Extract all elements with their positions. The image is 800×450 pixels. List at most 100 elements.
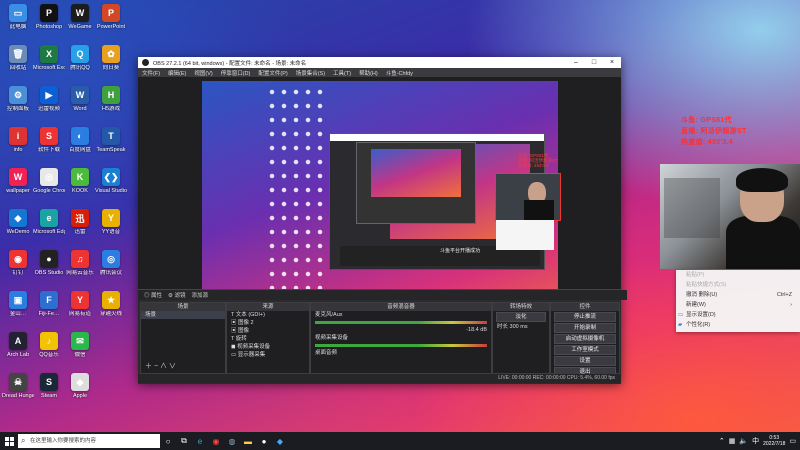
desktop-icon[interactable]: K KOOK bbox=[64, 168, 96, 194]
transition-select[interactable]: 淡化 bbox=[496, 312, 546, 322]
desktop-icon[interactable]: ▭ 此电脑 bbox=[2, 4, 34, 30]
network-icon[interactable]: ▦ bbox=[729, 437, 736, 445]
maximize-icon[interactable]: □ bbox=[585, 59, 603, 66]
source-item[interactable]: ▭ 显示器采集 bbox=[227, 351, 309, 359]
menu-scene-collection[interactable]: 场景集合(S) bbox=[296, 69, 325, 77]
desktop-icon[interactable]: i info bbox=[2, 127, 34, 153]
desktop-icon[interactable]: ✉ 微信 bbox=[64, 332, 96, 358]
desktop-icon[interactable]: X Microsoft Excel bbox=[33, 45, 65, 71]
context-paste-shortcut[interactable]: 粘贴快捷方式(S) bbox=[676, 280, 800, 290]
context-display-settings[interactable]: ▭ 显示设置(D) bbox=[676, 310, 800, 320]
task-view-icon[interactable]: ⧉ bbox=[176, 434, 192, 448]
desktop-icon[interactable]: ✿ 向日葵 bbox=[95, 45, 127, 71]
close-icon[interactable]: × bbox=[603, 59, 621, 66]
desktop-icon[interactable]: A Arch Lab bbox=[2, 332, 34, 358]
desktop-icon[interactable]: ◆ Apple bbox=[64, 373, 96, 399]
settings-button[interactable]: 设置 bbox=[554, 356, 616, 366]
source-item[interactable]: T 旋转 bbox=[227, 335, 309, 343]
filters-button[interactable]: ⚙ 滤镜 bbox=[168, 291, 185, 299]
desktop-icon[interactable]: Y YY语音 bbox=[95, 209, 127, 235]
obs-titlebar[interactable]: OBS 27.2.1 (64 bit, windows) - 配置文件: 未命名… bbox=[138, 57, 621, 68]
properties-button[interactable]: ◎ 属性 bbox=[144, 291, 162, 299]
mixer-header: 音频混音器 bbox=[311, 303, 491, 311]
app-icon: ◎ bbox=[102, 250, 120, 268]
stop-streaming-button[interactable]: 停止推流 bbox=[554, 312, 616, 322]
minimize-icon[interactable]: – bbox=[567, 59, 585, 66]
menu-view[interactable]: 视图(V) bbox=[194, 69, 212, 77]
source-item[interactable]: ◼ 视频采集设备 bbox=[227, 343, 309, 351]
desktop-icon[interactable]: ◐ 百度网盘 bbox=[64, 127, 96, 153]
desktop-icon[interactable]: ⚙ 控制面板 bbox=[2, 86, 34, 112]
desktop-icon[interactable]: W Word bbox=[64, 86, 96, 112]
desktop-icon[interactable]: Wwallpaper bbox=[2, 168, 34, 194]
desktop-icon[interactable]: P PowerPoint bbox=[95, 4, 127, 30]
taskbar: 在这里输入你要搜索的内容 ○ ⧉ e ◉ ◍ ▬ ● ◆ ⌃ ▦ 🔈 中 0:5… bbox=[0, 432, 800, 450]
source-item[interactable]: ▣ 图像 bbox=[227, 327, 309, 335]
desktop-icon[interactable]: e Microsoft Edge bbox=[33, 209, 65, 235]
desktop-icon[interactable]: ◆ WeDemo bbox=[2, 209, 34, 235]
scene-item[interactable]: 场景 bbox=[141, 311, 225, 319]
tray-up-arrow-icon[interactable]: ⌃ bbox=[719, 437, 725, 445]
obs-icon[interactable]: ● bbox=[256, 434, 272, 448]
scene-actions-icon[interactable]: ＋ − ∧ ∨ bbox=[145, 361, 176, 371]
desktop-icon[interactable]: ▶ 迅雷视频 bbox=[33, 86, 65, 112]
menu-douyu[interactable]: 斗鱼-Chfdy bbox=[386, 69, 413, 77]
desktop-icon[interactable]: 🗑 回收站 bbox=[2, 45, 34, 71]
desktop-icon[interactable]: Q 腾讯QQ bbox=[64, 45, 96, 71]
desktop-icon[interactable]: ☠ Dread Hunger bbox=[2, 373, 34, 399]
obs-window[interactable]: OBS 27.2.1 (64 bit, windows) - 配置文件: 未命名… bbox=[138, 57, 627, 384]
chrome-icon[interactable]: ◉ bbox=[208, 434, 224, 448]
menu-tools[interactable]: 工具(T) bbox=[333, 69, 351, 77]
explorer-icon[interactable]: ▬ bbox=[240, 434, 256, 448]
transition-duration[interactable]: 时长 300 ms bbox=[493, 323, 549, 331]
desktop-icon[interactable]: S Steam bbox=[33, 373, 65, 399]
clock[interactable]: 0:53 2022/7/18 bbox=[763, 435, 785, 447]
transitions-header: 转场特效 bbox=[493, 303, 549, 311]
menu-file[interactable]: 文件(F) bbox=[142, 69, 160, 77]
add-source-button[interactable]: 添加源 bbox=[192, 291, 209, 299]
desktop-icon[interactable]: ● OBS Studio bbox=[33, 250, 65, 276]
menu-edit[interactable]: 编辑(E) bbox=[168, 69, 186, 77]
source-item[interactable]: T 文本 (GDI+) bbox=[227, 311, 309, 319]
steam-icon[interactable]: ◍ bbox=[224, 434, 240, 448]
desktop-icon[interactable]: ♫ 网易云音乐 bbox=[64, 250, 96, 276]
menu-profile[interactable]: 配置文件(P) bbox=[258, 69, 287, 77]
desktop-icon[interactable]: ◉ 钉钉 bbox=[2, 250, 34, 276]
desktop-icon[interactable]: ▣ 金山… bbox=[2, 291, 34, 317]
input-language[interactable]: 中 bbox=[752, 436, 759, 446]
desktop-icon[interactable]: S 软件下载 bbox=[33, 127, 65, 153]
desktop-icon[interactable]: 迅迅雷 bbox=[64, 209, 96, 235]
desktop-icon[interactable]: ◎ Google Chrome bbox=[33, 168, 65, 194]
context-new[interactable]: 新建(W) › bbox=[676, 300, 800, 310]
context-undo-delete[interactable]: 撤消 删除(U) Ctrl+Z bbox=[676, 290, 800, 300]
studio-mode-button[interactable]: 工作室模式 bbox=[554, 345, 616, 355]
cortana-icon[interactable]: ○ bbox=[160, 434, 176, 448]
start-button[interactable] bbox=[0, 432, 18, 450]
menu-help[interactable]: 帮助(H) bbox=[359, 69, 378, 77]
menu-docks[interactable]: 停靠窗口(D) bbox=[221, 69, 251, 77]
volume-icon[interactable]: 🔈 bbox=[739, 437, 748, 445]
source-item[interactable]: ▣ 图像 2 bbox=[227, 319, 309, 327]
notification-icon[interactable]: ▭ bbox=[789, 437, 796, 445]
desktop-icon[interactable]: F Fiji-Fe… bbox=[33, 291, 65, 317]
mixer-level-meter[interactable] bbox=[315, 321, 487, 324]
desktop-icon[interactable]: H H5游戏 bbox=[95, 86, 127, 112]
taskbar-search[interactable]: 在这里输入你要搜索的内容 bbox=[18, 434, 160, 448]
desktop-icon[interactable]: ❮❯ Visual Studio Code bbox=[95, 168, 127, 194]
desktop-icon[interactable]: W WeGame bbox=[64, 4, 96, 30]
desktop-icon[interactable]: ★ 穿越火线 bbox=[95, 291, 127, 317]
qq-icon[interactable]: ◆ bbox=[272, 434, 288, 448]
virtual-camera-button[interactable]: 启动虚拟摄像机 bbox=[554, 334, 616, 344]
edge-icon[interactable]: e bbox=[192, 434, 208, 448]
mixer-level-meter[interactable] bbox=[315, 344, 487, 347]
desktop-icon[interactable]: T TeamSpeak bbox=[95, 127, 127, 153]
desktop-icon[interactable]: ♪ QQ音乐 bbox=[33, 332, 65, 358]
start-recording-button[interactable]: 开始录制 bbox=[554, 323, 616, 333]
context-paste[interactable]: 粘贴(P) bbox=[676, 270, 800, 280]
desktop-icon[interactable]: Y 网易有道 bbox=[64, 291, 96, 317]
context-personalize[interactable]: ▰ 个性化(R) bbox=[676, 320, 800, 330]
desktop-icon[interactable]: P Photoshop bbox=[33, 4, 65, 30]
desktop-icon[interactable]: ◎ 腾讯会议 bbox=[95, 250, 127, 276]
app-icon: T bbox=[102, 127, 120, 145]
app-icon: i bbox=[9, 127, 27, 145]
